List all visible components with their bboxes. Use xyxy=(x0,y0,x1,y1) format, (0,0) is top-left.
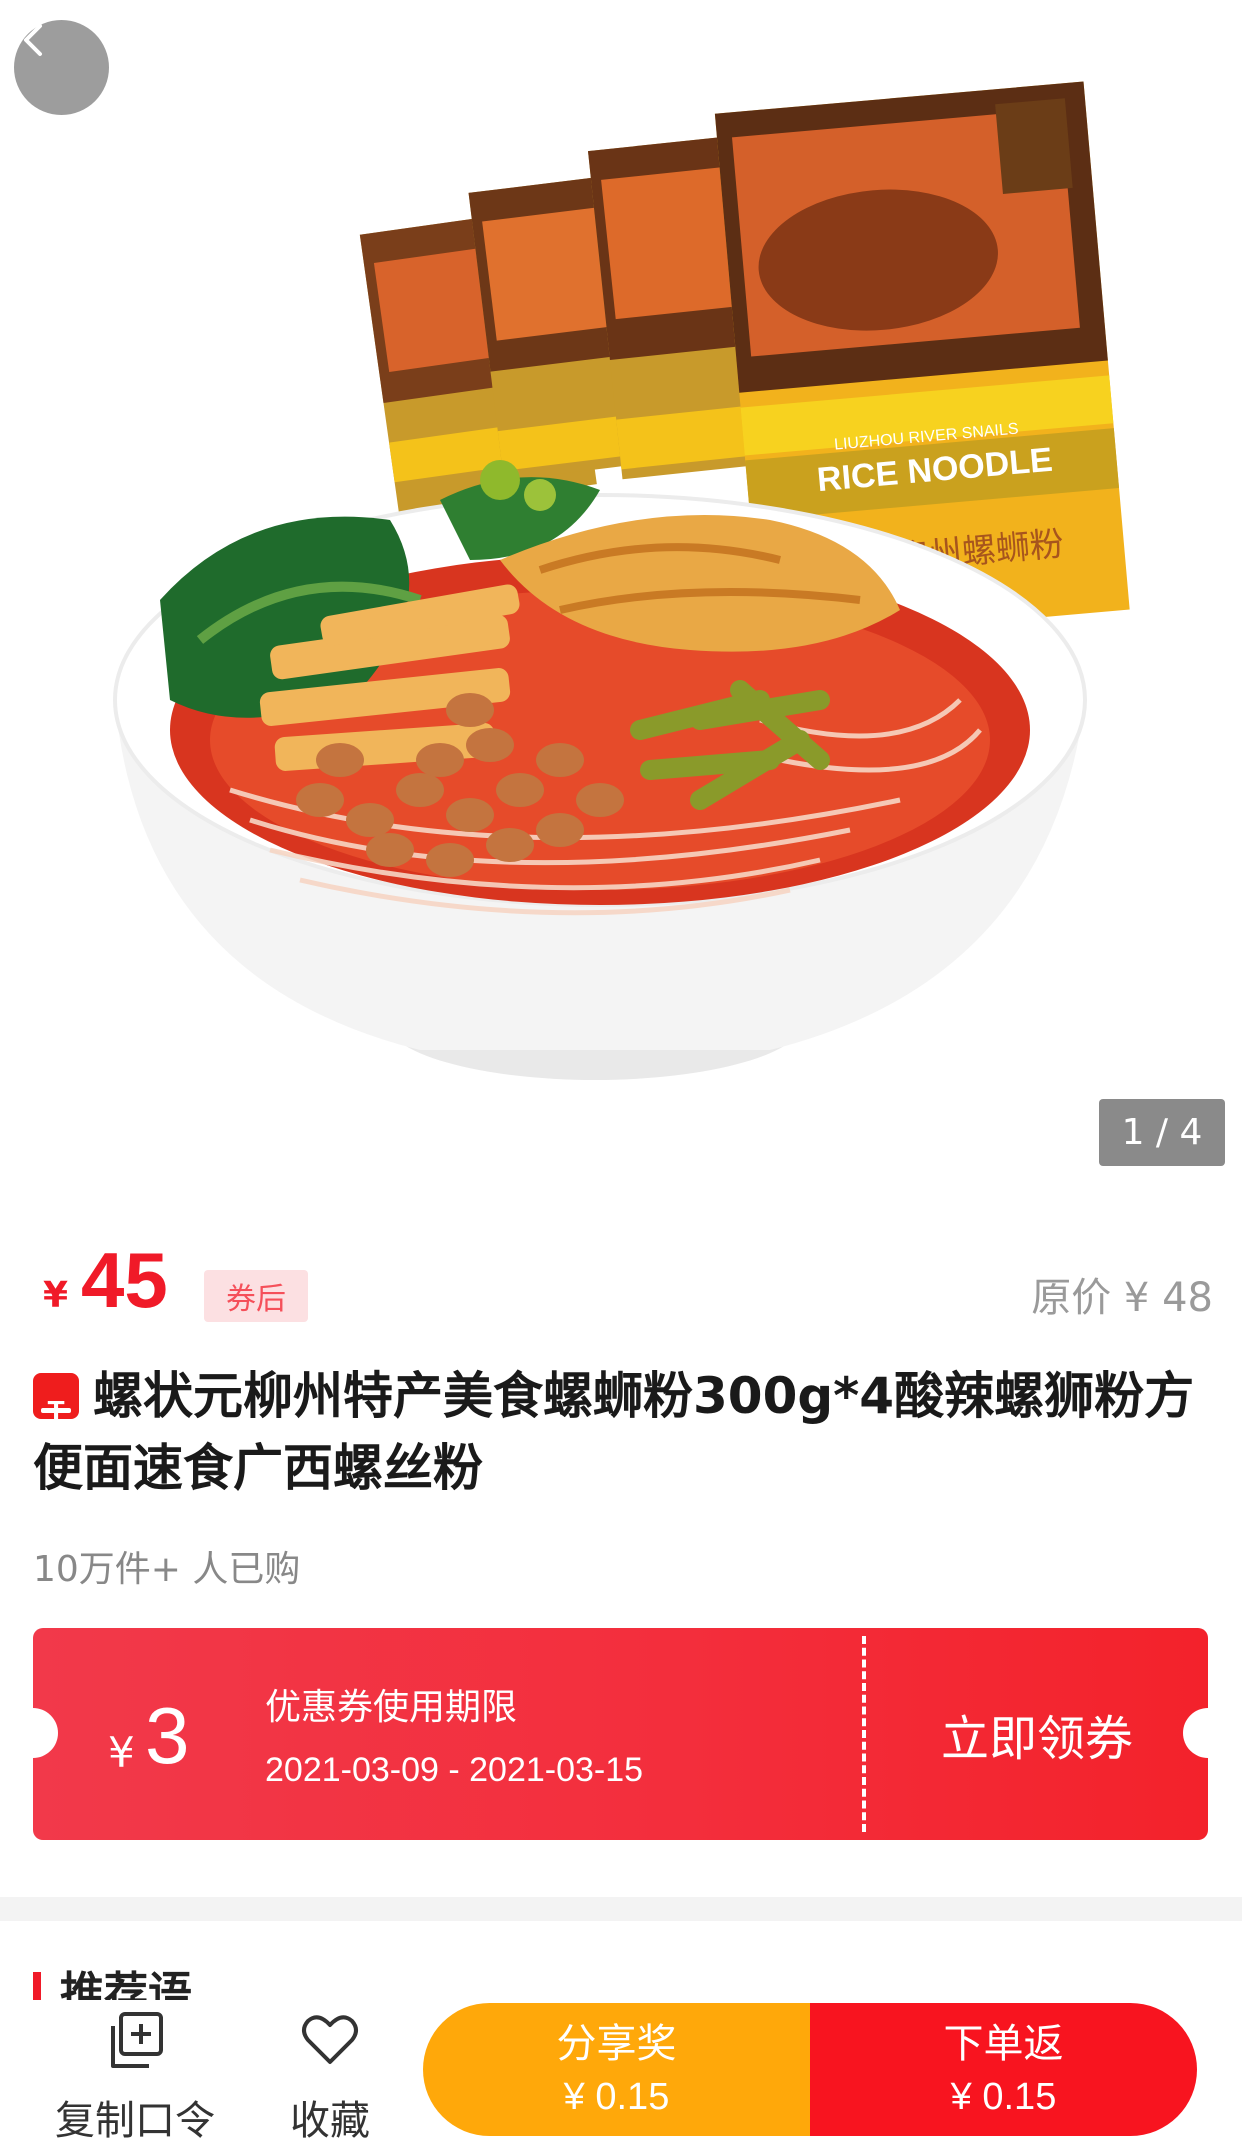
coupon-notch-left xyxy=(33,1708,58,1758)
back-button[interactable] xyxy=(14,20,109,115)
heart-icon xyxy=(302,2015,358,2064)
share-reward-value: ¥ 0.15 xyxy=(563,2075,670,2118)
copy-code-button[interactable]: 复制口令 xyxy=(35,2000,235,2150)
price-currency: ¥ xyxy=(43,1275,69,1316)
image-pager: 1 / 4 xyxy=(1099,1099,1225,1166)
order-rebate-title: 下单返 xyxy=(943,2020,1064,2067)
tmall-icon xyxy=(33,1373,79,1447)
original-price: 原价 ¥ 48 xyxy=(1031,1275,1213,1321)
section-separator xyxy=(0,1897,1242,1921)
back-arrow-icon xyxy=(24,24,42,56)
after-coupon-tag: 券后 xyxy=(204,1270,308,1322)
coupon-amount: 3 xyxy=(145,1691,190,1780)
price-amount: 45 xyxy=(81,1236,168,1324)
coupon-currency: ¥ xyxy=(108,1728,135,1777)
sold-count: 10万件+ 人已购 xyxy=(33,1549,301,1590)
share-reward-button[interactable]: 分享奖 ¥ 0.15 xyxy=(423,2003,810,2136)
favorite-button[interactable]: 收藏 xyxy=(245,2000,415,2150)
price-row: ¥ 45 券后 原价 ¥ 48 xyxy=(33,1235,1213,1335)
product-title: 螺状元柳州特产美食螺蛳粉300g*4酸辣螺狮粉方便面速食广西螺丝粉 xyxy=(33,1360,1203,1504)
claim-coupon-button[interactable]: 立即领券 xyxy=(866,1628,1208,1840)
product-title-text: 螺状元柳州特产美食螺蛳粉300g*4酸辣螺狮粉方便面速食广西螺丝粉 xyxy=(33,1367,1195,1497)
noodle-bowl xyxy=(113,460,1087,1080)
coupon-card: ¥ 3 优惠券使用期限 2021-03-09 - 2021-03-15 立即领券 xyxy=(33,1628,1208,1840)
share-reward-title: 分享奖 xyxy=(556,2020,677,2067)
coupon-validity-title: 优惠券使用期限 xyxy=(265,1687,518,1728)
recommend-accent-bar xyxy=(33,1972,41,2002)
copy-code-label: 复制口令 xyxy=(55,2098,215,2144)
product-photo: LIUZHOU RIVER SNAILS RICE NOODLE 柳州螺蛳粉 xyxy=(113,81,1130,1080)
coupon-validity-dates: 2021-03-09 - 2021-03-15 xyxy=(265,1751,644,1789)
order-rebate-button[interactable]: 下单返 ¥ 0.15 xyxy=(810,2003,1197,2136)
product-image-carousel[interactable]: LIUZHOU RIVER SNAILS RICE NOODLE 柳州螺蛳粉 1… xyxy=(0,0,1242,1200)
order-rebate-value: ¥ 0.15 xyxy=(950,2075,1057,2118)
recommend-title: 推荐语 xyxy=(60,1968,192,2002)
product-title-block: 螺状元柳州特产美食螺蛳粉300g*4酸辣螺狮粉方便面速食广西螺丝粉 xyxy=(33,1360,1203,1504)
copy-icon xyxy=(111,2012,163,2068)
favorite-label: 收藏 xyxy=(290,2098,370,2144)
